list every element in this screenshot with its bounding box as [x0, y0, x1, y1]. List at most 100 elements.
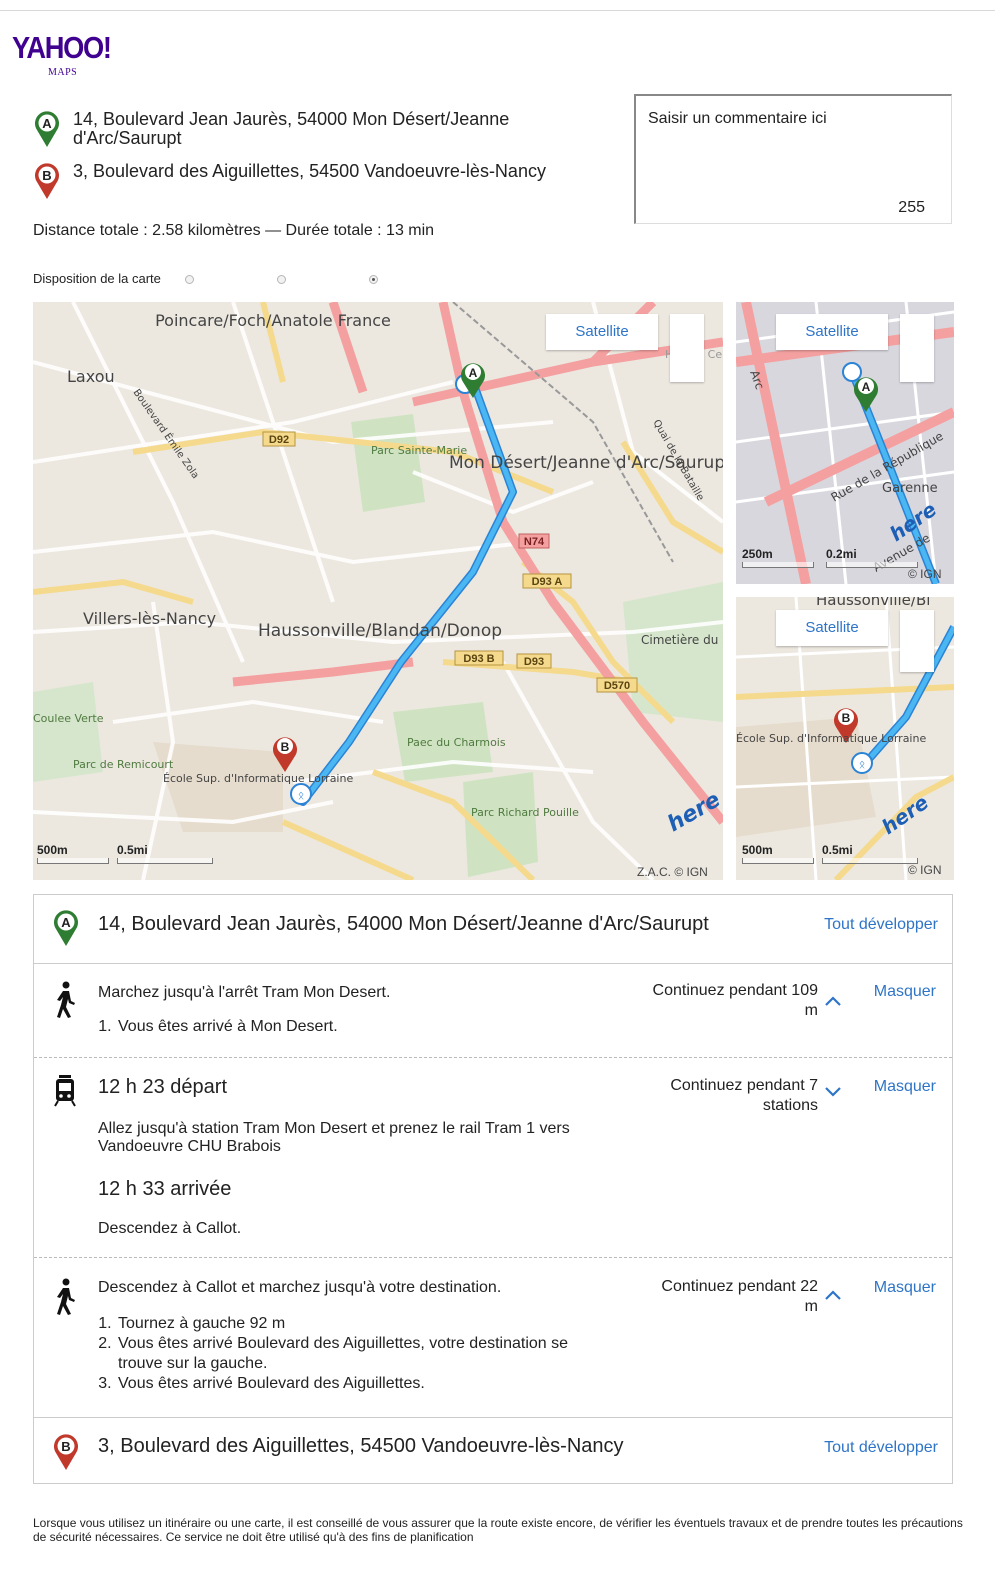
top-divider — [0, 10, 995, 11]
hide-step-3-link[interactable]: Masquer — [874, 1279, 936, 1297]
marker-b-icon: B — [54, 1434, 78, 1470]
chevron-up-icon[interactable] — [824, 1289, 842, 1301]
disclaimer-text: Lorsque vous utilisez un itinéraire ou u… — [33, 1516, 963, 1544]
map-copyright: Z.A.C. © IGN — [637, 865, 708, 879]
walk-step-3-continue: Continuez pendant 22 m — [661, 1277, 818, 1317]
scale-km-small-1: 250m — [742, 547, 773, 561]
destination-address: B 3, Boulevard des Aiguillettes, 54500 V… — [33, 162, 613, 206]
tram-icon — [54, 1075, 76, 1107]
divider — [34, 1057, 952, 1058]
satellite-button-small-2[interactable]: Satellite — [776, 610, 888, 646]
scale-km-small-2: 500m — [742, 843, 773, 857]
zoom-control-small-1[interactable] — [900, 314, 934, 382]
label-laxou: Laxou — [67, 367, 115, 386]
label-france: Poincare/Foch/Anatole France — [155, 311, 391, 330]
destination-detail-map[interactable]: ᛟ B Haussonville/Bl École Sup. d'Informa… — [736, 597, 954, 880]
shield-d93: D93 — [524, 656, 544, 668]
origin-address: A 14, Boulevard Jean Jaurès, 54000 Mon D… — [33, 110, 613, 154]
walk-icon — [57, 981, 75, 1018]
label-ecole: École Sup. d'Informatique Lorraine — [163, 772, 353, 785]
hide-step-1-link[interactable]: Masquer — [874, 983, 936, 1001]
expand-all-link-bottom[interactable]: Tout développer — [824, 1439, 938, 1457]
tram-arrival-time: 12 h 33 arrivée — [98, 1178, 232, 1200]
substep-item: Vous êtes arrivé à Mon Desert. — [116, 1017, 338, 1037]
substep-item: Vous êtes arrivé Boulevard des Aiguillet… — [116, 1374, 576, 1394]
chevron-up-icon[interactable] — [824, 995, 842, 1007]
marker-a-icon: A — [54, 910, 78, 946]
svg-text:A: A — [862, 380, 871, 394]
walk-step-1-substeps: Vous êtes arrivé à Mon Desert. — [76, 1017, 338, 1037]
walk-step-3-continue-line1: Continuez pendant 22 — [661, 1278, 818, 1295]
yahoo-maps-logo[interactable]: YAHOO! MAPS — [12, 30, 142, 80]
shield-d92: D92 — [269, 434, 289, 446]
divider — [34, 1417, 952, 1418]
expand-all-link[interactable]: Tout développer — [824, 916, 938, 934]
svg-text:B: B — [842, 711, 851, 725]
label-parc-remicourt: Parc de Remicourt — [73, 758, 174, 771]
marker-b-icon: B — [35, 163, 59, 199]
shield-d93a: D93 A — [532, 576, 563, 588]
walk-step-1-continue-line1: Continuez pendant 109 — [652, 982, 818, 999]
walk-step-3-text: Descendez à Callot et marchez jusqu'à vo… — [98, 1279, 502, 1296]
walk-step-1-text: Marchez jusqu'à l'arrêt Tram Mon Desert. — [98, 984, 391, 1001]
destination-address-text: 3, Boulevard des Aiguillettes, 54500 Van… — [73, 161, 546, 181]
main-map[interactable]: ᛟ A B D92 N74 D93 A D93 B D93 D570 Poinc… — [33, 302, 723, 880]
scale-mi-bar-small-1 — [826, 562, 918, 568]
svg-text:A: A — [42, 116, 52, 131]
tram-departure-time: 12 h 23 départ — [98, 1076, 227, 1098]
scale-km-bar-small-1 — [742, 562, 814, 568]
label-haussonville: Haussonville/Blandan/Donop — [258, 621, 502, 641]
label-parc-richard: Parc Richard Pouille — [471, 806, 579, 819]
satellite-button-small-1[interactable]: Satellite — [776, 314, 888, 350]
scale-mi-label: 0.5mi — [117, 843, 148, 857]
scale-mi-bar-small-2 — [822, 858, 918, 864]
svg-text:A: A — [469, 366, 478, 380]
svg-text:ᛟ: ᛟ — [859, 758, 866, 771]
chevron-down-icon[interactable] — [824, 1085, 842, 1097]
comment-placeholder: Saisir un commentaire ici — [648, 110, 827, 127]
label-villers: Villers-lès-Nancy — [83, 609, 216, 628]
walk-step-3-substeps: Tournez à gauche 92 m Vous êtes arrivé B… — [76, 1314, 576, 1394]
logo-subtitle: MAPS — [48, 67, 78, 78]
satellite-button[interactable]: Satellite — [546, 314, 658, 350]
zoom-control[interactable] — [670, 314, 704, 382]
walk-icon — [57, 1278, 75, 1315]
itinerary-panel: A 14, Boulevard Jean Jaurès, 54000 Mon D… — [33, 894, 953, 1484]
tram-alight-text: Descendez à Callot. — [98, 1220, 242, 1237]
shield-n74: N74 — [524, 536, 545, 548]
scale-km-bar — [37, 858, 109, 864]
hide-step-2-link[interactable]: Masquer — [874, 1078, 936, 1096]
scale-mi-bar — [117, 858, 213, 864]
svg-text:A: A — [61, 915, 71, 930]
tram-continue-line2: stations — [762, 1097, 818, 1114]
label-coulee-verte: Coulee Verte — [33, 712, 104, 725]
logo-wordmark: YAHOO! — [12, 30, 112, 65]
label-cimetiere: Cimetière du Sud — [641, 633, 723, 647]
svg-text:ᛟ: ᛟ — [298, 789, 305, 802]
marker-a-icon: A — [35, 111, 59, 147]
divider — [34, 963, 952, 964]
walk-step-1-continue: Continuez pendant 109 m — [653, 981, 818, 1021]
layout-option-1-radio[interactable] — [185, 275, 194, 284]
svg-text:B: B — [61, 1439, 70, 1454]
label-haussonville-top: Haussonville/Bl — [816, 597, 930, 609]
copyright-small-2: © IGN — [908, 863, 942, 877]
substep-item: Vous êtes arrivé Boulevard des Aiguillet… — [116, 1334, 576, 1374]
label-parc-charmois: Paec du Charmois — [407, 736, 506, 749]
origin-address-text: 14, Boulevard Jean Jaurès, 54000 Mon Dés… — [73, 109, 510, 148]
layout-option-2-radio[interactable] — [277, 275, 286, 284]
label-garenne: Garenne — [882, 481, 938, 496]
scale-km-label: 500m — [37, 843, 68, 857]
zoom-control-small-2[interactable] — [900, 610, 934, 672]
origin-detail-map[interactable]: A Arc Rue de la République Garenne Avenu… — [736, 302, 954, 584]
label-ecole-small: École Sup. d'Informatique Lorraine — [736, 732, 926, 745]
origin-header-address: 14, Boulevard Jean Jaurès, 54000 Mon Dés… — [98, 913, 709, 935]
svg-text:B: B — [281, 740, 290, 754]
map-layout-label: Disposition de la carte — [33, 271, 161, 286]
tram-continue-line1: Continuez pendant 7 — [670, 1077, 818, 1094]
copyright-small-1: © IGN — [908, 567, 942, 581]
tram-continue: Continuez pendant 7 stations — [670, 1076, 818, 1116]
comment-textarea[interactable]: Saisir un commentaire ici 255 — [634, 94, 952, 224]
layout-option-3-radio[interactable] — [369, 275, 378, 284]
route-summary: Distance totale : 2.58 kilomètres — Duré… — [33, 222, 435, 239]
